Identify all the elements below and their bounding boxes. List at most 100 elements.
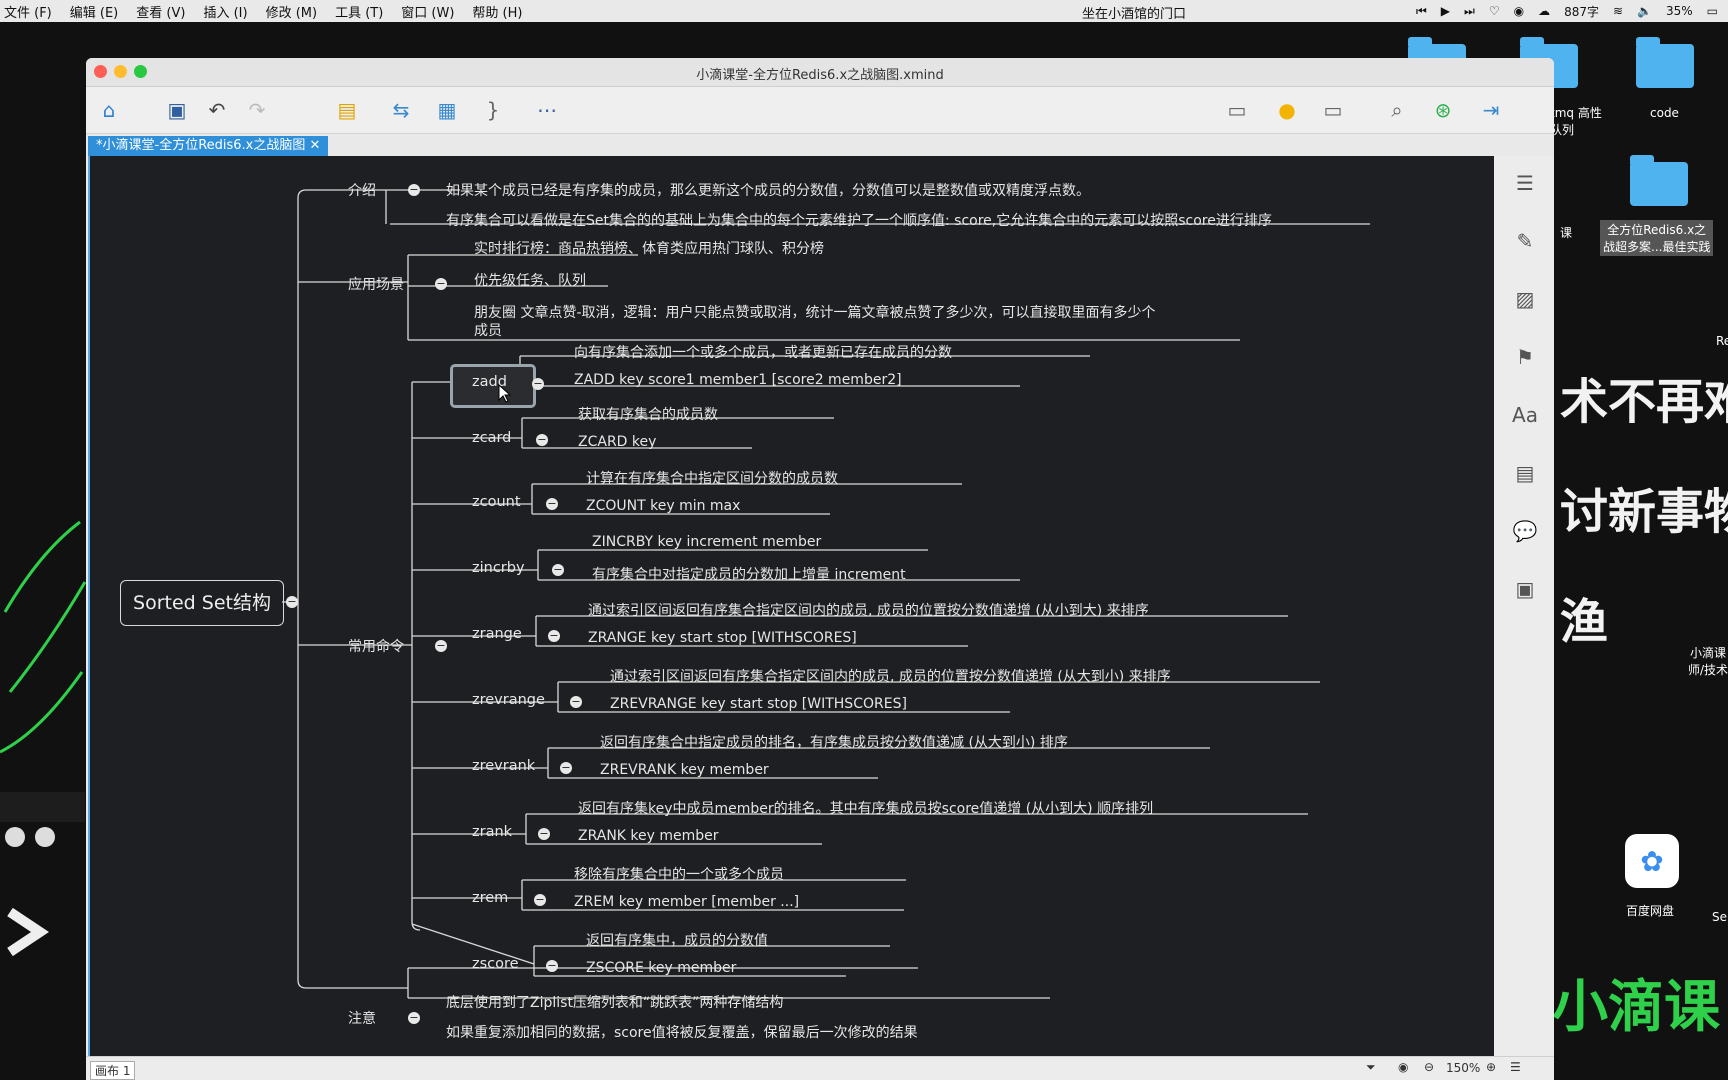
title-bar[interactable]: 小滴课堂-全方位Redis6.x之战脑图.xmind [86, 58, 1554, 87]
zscore-syntax[interactable]: ZSCORE key member [586, 960, 736, 976]
cmd-zincrby[interactable]: zincrby [472, 560, 525, 576]
zrange-collapse-icon[interactable]: − [548, 630, 560, 642]
mindmap-canvas[interactable]: Sorted Set结构 − 介绍 − 如果某个成员已经是有序集的成员，那么更新… [88, 156, 1496, 1056]
comment-icon[interactable]: 💬 [1512, 518, 1538, 544]
root-topic[interactable]: Sorted Set结构 [120, 580, 284, 626]
eye-icon[interactable]: ◉ [1398, 1060, 1408, 1074]
menu-file[interactable]: 文件 (F) [4, 2, 52, 21]
image-icon[interactable]: ▨ [1512, 286, 1538, 312]
zincrby-desc[interactable]: ZINCRBY key increment member [592, 534, 821, 550]
zadd-collapse-icon[interactable]: − [532, 378, 544, 390]
zrank-collapse-icon[interactable]: − [538, 828, 550, 840]
filter-icon[interactable]: ⏷ [1366, 1060, 1376, 1075]
zrange-syntax[interactable]: ZRANGE key start stop [WITHSCORES] [588, 630, 857, 646]
menu-help[interactable]: 帮助 (H) [472, 2, 522, 21]
presentation-icon[interactable]: ▭ [1222, 95, 1252, 125]
relationship-icon[interactable]: ⇆ [386, 95, 416, 125]
menu-insert[interactable]: 插入 (I) [203, 2, 247, 21]
intro-collapse-icon[interactable]: − [408, 184, 420, 196]
menu-icon[interactable]: ☰ [1510, 1060, 1521, 1074]
scenario-item-3-cont[interactable]: 成员 [474, 320, 502, 340]
zrevrank-desc[interactable]: 返回有序集合中指定成员的排名，有序集成员按分数值递减 (从大到小) 排序 [600, 732, 1068, 752]
zrevrange-syntax[interactable]: ZREVRANGE key start stop [WITHSCORES] [610, 696, 907, 712]
zrevrank-collapse-icon[interactable]: − [560, 762, 572, 774]
zadd-desc[interactable]: 向有序集合添加一个或多个成员，或者更新已存在成员的分数 [574, 342, 952, 362]
cmd-zrank[interactable]: zrank [472, 824, 512, 840]
task-clipboard-icon[interactable]: ▣ [1512, 576, 1538, 602]
cmd-zscore[interactable]: zscore [472, 956, 519, 972]
zrem-collapse-icon[interactable]: − [534, 894, 546, 906]
export-icon[interactable]: ⇥ [1476, 95, 1506, 125]
style-aa-icon[interactable]: Aa [1512, 402, 1538, 428]
zoom-out-icon[interactable]: ⊖ [1424, 1060, 1434, 1074]
zcount-collapse-icon[interactable]: − [546, 498, 558, 510]
save-icon[interactable]: ▣ [162, 95, 192, 125]
zrevrange-collapse-icon[interactable]: − [570, 696, 582, 708]
cmd-zcard[interactable]: zcard [472, 430, 511, 446]
redo-icon[interactable]: ↷ [242, 95, 272, 125]
zcard-desc[interactable]: 获取有序集合的成员数 [578, 404, 718, 424]
summary-icon[interactable]: } [478, 95, 508, 125]
zadd-syntax[interactable]: ZADD key score1 member1 [score2 member2] [574, 372, 902, 388]
scenario-item-1[interactable]: 实时排行榜：商品热销榜、体育类应用热门球队、积分榜 [474, 238, 824, 258]
zscore-desc[interactable]: 返回有序集中，成员的分数值 [586, 930, 768, 950]
zrem-syntax[interactable]: ZREM key member [member ...] [574, 894, 799, 910]
scenarios-collapse-icon[interactable]: − [435, 278, 447, 290]
sheet-tab[interactable]: 画布 1 [90, 1061, 136, 1080]
folder-code-icon[interactable] [1636, 37, 1694, 88]
marker-flag-icon[interactable]: ⚑ [1512, 344, 1538, 370]
menu-tools[interactable]: 工具 (T) [335, 2, 383, 21]
intro-item-1[interactable]: 如果某个成员已经是有序集的成员，那么更新这个成员的分数值，分数值可以是整数值或双… [446, 180, 1090, 200]
topic-icon[interactable]: ▤ [332, 95, 362, 125]
search-icon[interactable]: ⌕ [1382, 95, 1412, 125]
home-icon[interactable]: ⌂ [94, 95, 124, 125]
intro-item-2[interactable]: 有序集合可以看做是在Set集合的的基础上为集合中的每个元素维护了一个顺序值: s… [446, 210, 1272, 230]
root-collapse-icon[interactable]: − [286, 596, 298, 608]
notes-item-1[interactable]: 底层使用到了Ziplist压缩列表和“跳跃表”两种存储结构 [446, 992, 783, 1012]
document-tab[interactable]: *小滴课堂-全方位Redis6.x之战脑图 ✕ [88, 136, 329, 156]
wechat-icon[interactable]: ◉ [1514, 4, 1524, 18]
branch-notes[interactable]: 注意 [348, 1008, 376, 1028]
boundary-icon[interactable]: ▦ [432, 95, 462, 125]
undo-icon[interactable]: ↶ [202, 95, 232, 125]
branch-commands[interactable]: 常用命令 [348, 636, 404, 656]
notes-collapse-icon[interactable]: − [408, 1012, 420, 1024]
branch-scenarios[interactable]: 应用场景 [348, 274, 404, 294]
close-tab-icon[interactable]: ✕ [310, 138, 321, 153]
zrevrange-desc[interactable]: 通过索引区间返回有序集合指定区间内的成员, 成员的位置按分数值递增 (从大到小)… [610, 666, 1171, 686]
cmd-zcount[interactable]: zcount [472, 494, 521, 510]
share-icon[interactable]: ⊛ [1428, 95, 1458, 125]
menu-edit[interactable]: 编辑 (E) [70, 2, 119, 21]
zcount-syntax[interactable]: ZCOUNT key min max [586, 498, 740, 514]
format-brush-icon[interactable]: ✎ [1512, 228, 1538, 254]
battery-icon[interactable]: ▭ [1707, 4, 1718, 18]
menu-view[interactable]: 查看 (V) [136, 2, 185, 21]
volume-icon[interactable]: 🔈 [1637, 4, 1652, 18]
next-track-icon[interactable]: ⏭ [1464, 4, 1475, 19]
menu-modify[interactable]: 修改 (M) [266, 2, 318, 21]
zincrby-syntax[interactable]: 有序集合中对指定成员的分数加上增量 increment [592, 564, 906, 584]
more-icon[interactable]: ⋯ [532, 95, 562, 125]
zrank-syntax[interactable]: ZRANK key member [578, 828, 719, 844]
zrank-desc[interactable]: 返回有序集key中成员member的排名。其中有序集成员按score值递增 (从… [578, 798, 1153, 818]
cmd-zrange[interactable]: zrange [472, 626, 522, 642]
cloud-icon[interactable]: ☁ [1538, 4, 1550, 18]
wifi-icon[interactable]: ≋ [1613, 4, 1623, 18]
zrevrank-syntax[interactable]: ZREVRANK key member [600, 762, 769, 778]
zrange-desc[interactable]: 通过索引区间返回有序集合指定区间内的成员, 成员的位置按分数值递增 (从小到大)… [588, 600, 1149, 620]
folder-redis-icon[interactable] [1630, 155, 1688, 206]
cmd-zrem[interactable]: zrem [472, 890, 508, 906]
zcard-syntax[interactable]: ZCARD key [578, 434, 656, 450]
zincrby-collapse-icon[interactable]: − [552, 564, 564, 576]
scenario-item-2[interactable]: 优先级任务、队列 [474, 270, 586, 290]
zoom-in-icon[interactable]: ⊕ [1486, 1060, 1496, 1074]
play-icon[interactable]: ▶ [1441, 4, 1450, 18]
scenario-item-3[interactable]: 朋友圈 文章点赞-取消，逻辑：用户只能点赞或取消，统计一篇文章被点赞了多少次，可… [474, 302, 1156, 322]
commands-collapse-icon[interactable]: − [435, 640, 447, 652]
prev-track-icon[interactable]: ⏮ [1416, 4, 1427, 19]
zcount-desc[interactable]: 计算在有序集合中指定区间分数的成员数 [586, 468, 838, 488]
outline-icon[interactable]: ☰ [1512, 170, 1538, 196]
idea-lightbulb-icon[interactable]: ● [1272, 95, 1302, 125]
format-icon[interactable]: ▭ [1318, 95, 1348, 125]
heart-icon[interactable]: ♡ [1489, 4, 1500, 18]
